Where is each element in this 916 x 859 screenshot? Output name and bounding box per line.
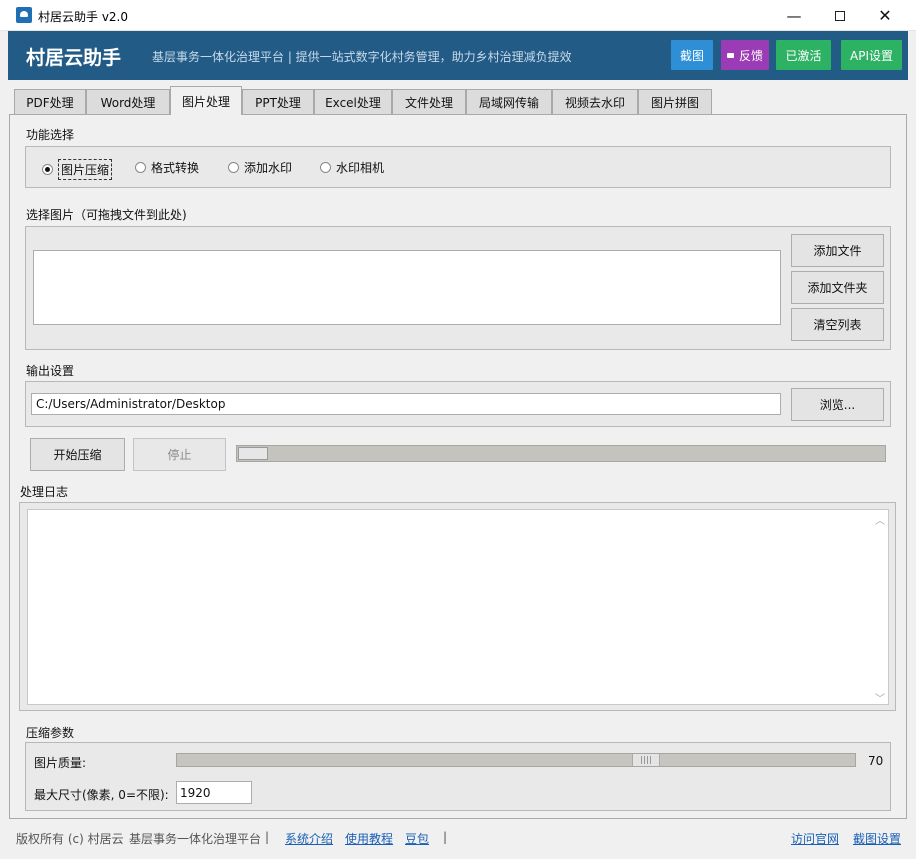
radio-icon	[228, 162, 239, 173]
tab-file[interactable]: 文件处理	[392, 89, 466, 114]
tab-lan-transfer[interactable]: 局域网传输	[466, 89, 552, 114]
minimize-icon: —	[786, 6, 802, 25]
radio-label: 添加水印	[244, 161, 293, 175]
activated-button[interactable]: 已激活	[776, 40, 831, 70]
quality-slider[interactable]	[176, 753, 856, 767]
app-cloud-icon	[16, 7, 32, 23]
radio-icon	[135, 162, 146, 173]
footer: 版权所有 (c) 村居云 基层事务一体化治理平台 | 系统介绍 使用教程 豆包 …	[0, 823, 916, 851]
api-settings-button[interactable]: API设置	[841, 40, 902, 70]
start-compress-button[interactable]: 开始压缩	[30, 438, 125, 471]
params-label: 压缩参数	[26, 726, 75, 740]
function-select-label: 功能选择	[26, 128, 75, 142]
tab-pdf[interactable]: PDF处理	[14, 89, 86, 114]
grip-line	[644, 756, 645, 764]
grip-line	[641, 756, 642, 764]
app-header: 村居云助手 基层事务一体化治理平台 | 提供一站式数字化村务管理，助力乡村治理减…	[8, 31, 908, 80]
feedback-label: 反馈	[738, 48, 763, 63]
footer-link-website[interactable]: 访问官网	[791, 830, 839, 847]
close-button[interactable]: ✕	[862, 0, 908, 31]
feedback-icon	[726, 52, 734, 58]
footer-copyright: 版权所有 (c) 村居云	[16, 832, 124, 846]
quality-slider-thumb[interactable]	[632, 754, 660, 766]
output-settings-label: 输出设置	[26, 364, 75, 378]
radio-add-watermark[interactable]: 添加水印	[228, 159, 292, 176]
max-size-label: 最大尺寸(像素, 0=不限):	[34, 788, 169, 802]
footer-link-doubao[interactable]: 豆包	[405, 830, 429, 847]
minimize-button[interactable]: —	[771, 0, 817, 31]
add-folder-button[interactable]: 添加文件夹	[791, 271, 884, 304]
scroll-up-icon[interactable]: ︿	[875, 512, 885, 527]
radio-selected-icon	[42, 164, 53, 175]
footer-link-tutorial[interactable]: 使用教程	[345, 830, 393, 847]
radio-label: 格式转换	[151, 161, 200, 175]
radio-convert[interactable]: 格式转换	[135, 159, 199, 176]
quality-value: 70	[868, 754, 884, 768]
quality-label: 图片质量:	[34, 756, 87, 770]
tab-word[interactable]: Word处理	[86, 89, 170, 114]
footer-separator: |	[443, 830, 448, 844]
stop-button: 停止	[133, 438, 226, 471]
scroll-down-icon[interactable]: ﹀	[875, 690, 885, 705]
tab-video-watermark[interactable]: 视频去水印	[552, 89, 638, 114]
log-label: 处理日志	[20, 485, 69, 499]
close-icon: ✕	[878, 6, 892, 25]
add-file-button[interactable]: 添加文件	[791, 234, 884, 267]
browse-button[interactable]: 浏览...	[791, 388, 884, 421]
progress-bar	[236, 445, 886, 462]
radio-label: 图片压缩	[58, 159, 113, 180]
feedback-button[interactable]: 反馈	[721, 40, 769, 70]
footer-link-screenshot-settings[interactable]: 截图设置	[853, 830, 901, 847]
grip-line	[647, 756, 648, 764]
radio-icon	[320, 162, 331, 173]
log-textarea[interactable]	[27, 509, 889, 705]
output-path-input[interactable]: C:/Users/Administrator/Desktop	[31, 393, 781, 415]
radio-label: 水印相机	[336, 161, 385, 175]
tab-image-collage[interactable]: 图片拼图	[638, 89, 712, 114]
tab-ppt[interactable]: PPT处理	[242, 89, 314, 114]
footer-link-intro[interactable]: 系统介绍	[285, 830, 333, 847]
window-titlebar: 村居云助手 v2.0 — ✕	[0, 0, 916, 31]
file-select-label: 选择图片（可拖拽文件到此处)	[26, 208, 187, 222]
clear-list-button[interactable]: 清空列表	[791, 308, 884, 341]
window-title: 村居云助手 v2.0	[38, 10, 129, 24]
brand-title: 村居云助手	[26, 47, 122, 69]
maximize-icon	[835, 10, 845, 21]
tab-excel[interactable]: Excel处理	[314, 89, 392, 114]
footer-platform: 基层事务一体化治理平台	[129, 832, 262, 846]
brand-tagline: 基层事务一体化治理平台 | 提供一站式数字化村务管理，助力乡村治理减负提效	[152, 50, 572, 64]
max-size-input[interactable]: 1920	[176, 781, 252, 804]
file-list[interactable]	[33, 250, 781, 325]
radio-watermark-camera[interactable]: 水印相机	[320, 159, 384, 176]
grip-line	[650, 756, 651, 764]
maximize-button[interactable]	[817, 0, 863, 31]
radio-compress[interactable]: 图片压缩	[42, 159, 113, 180]
progress-indicator	[238, 447, 268, 460]
screenshot-button[interactable]: 截图	[671, 40, 713, 70]
tab-image[interactable]: 图片处理	[170, 86, 242, 115]
footer-separator: |	[265, 830, 270, 844]
